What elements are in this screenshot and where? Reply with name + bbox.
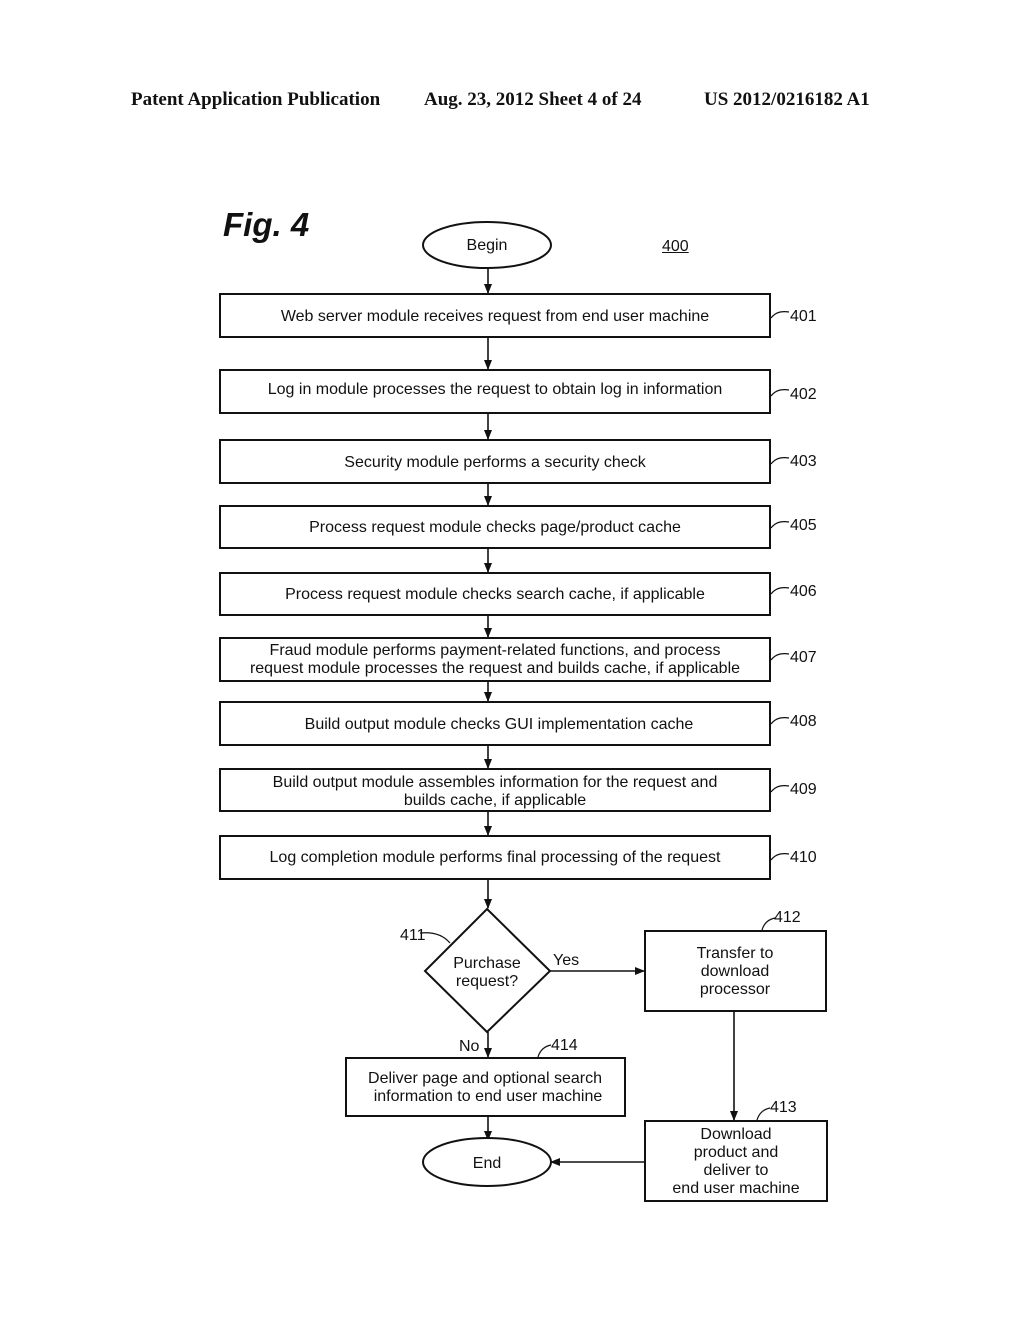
step-408: Build output module checks GUI implement… <box>219 701 817 746</box>
step-413-text-line2: product and <box>694 1144 779 1161</box>
step-406: Process request module checks search cac… <box>219 572 817 616</box>
decision-411-ref: 411 <box>400 927 426 944</box>
decision-411-text-line1: Purchase <box>453 955 521 972</box>
step-410-text: Log completion module performs final pro… <box>270 849 721 866</box>
step-401-ref: 401 <box>790 308 817 325</box>
step-413: Download product and deliver to end user… <box>644 1099 828 1202</box>
step-412-text-line2: download <box>701 963 770 980</box>
step-413-text-line3: deliver to <box>704 1162 769 1179</box>
step-409-text-line1: Build output module assembles informatio… <box>273 774 718 791</box>
step-401: Web server module receives request from … <box>219 293 817 338</box>
step-409-ref: 409 <box>790 781 817 798</box>
step-414-text-line2: information to end user machine <box>374 1088 603 1105</box>
step-406-text: Process request module checks search cac… <box>285 586 705 603</box>
end-terminal: End <box>422 1137 552 1187</box>
step-414-text-line1: Deliver page and optional search <box>368 1070 602 1087</box>
step-412: Transfer to download processor 412 <box>644 909 827 1012</box>
decision-411-text-line2: request? <box>456 973 518 990</box>
step-405-ref: 405 <box>790 517 817 534</box>
step-407-text-line2: request module processes the request and… <box>250 660 740 677</box>
step-407-text-line1: Fraud module performs payment-related fu… <box>270 642 721 659</box>
step-410-ref: 410 <box>790 849 817 866</box>
step-412-text-line1: Transfer to <box>697 945 774 962</box>
end-label: End <box>473 1155 501 1172</box>
step-402-ref: 402 <box>790 386 817 403</box>
step-403-ref: 403 <box>790 453 817 470</box>
step-405-text: Process request module checks page/produ… <box>309 519 681 536</box>
begin-terminal: Begin <box>422 221 552 269</box>
step-408-ref: 408 <box>790 713 817 730</box>
step-413-ref: 413 <box>770 1099 797 1116</box>
no-label: No <box>459 1038 480 1055</box>
step-412-text-line3: processor <box>700 981 771 998</box>
flowchart: Begin Web server module receives request… <box>219 221 828 1202</box>
step-413-text-line1: Download <box>700 1126 771 1143</box>
step-401-text: Web server module receives request from … <box>281 308 709 325</box>
step-414-ref: 414 <box>551 1037 578 1054</box>
step-408-text: Build output module checks GUI implement… <box>305 716 694 733</box>
step-407: Fraud module performs payment-related fu… <box>219 637 817 682</box>
yes-label: Yes <box>553 952 579 969</box>
step-403: Security module performs a security chec… <box>219 439 817 484</box>
step-412-ref: 412 <box>774 909 801 926</box>
step-402-text: Log in module processes the request to o… <box>268 381 723 398</box>
step-402: Log in module processes the request to o… <box>219 369 817 414</box>
begin-label: Begin <box>467 237 508 254</box>
step-403-text: Security module performs a security chec… <box>344 454 646 471</box>
step-405: Process request module checks page/produ… <box>219 505 817 549</box>
step-414: Deliver page and optional search informa… <box>345 1037 626 1117</box>
step-413-text-line4: end user machine <box>672 1180 799 1197</box>
step-407-ref: 407 <box>790 649 817 666</box>
decision-411: Purchase request? 411 Yes No <box>400 907 579 1055</box>
step-406-ref: 406 <box>790 583 817 600</box>
step-409-text-line2: builds cache, if applicable <box>404 792 586 809</box>
step-409: Build output module assembles informatio… <box>219 768 817 812</box>
step-410: Log completion module performs final pro… <box>219 835 817 880</box>
